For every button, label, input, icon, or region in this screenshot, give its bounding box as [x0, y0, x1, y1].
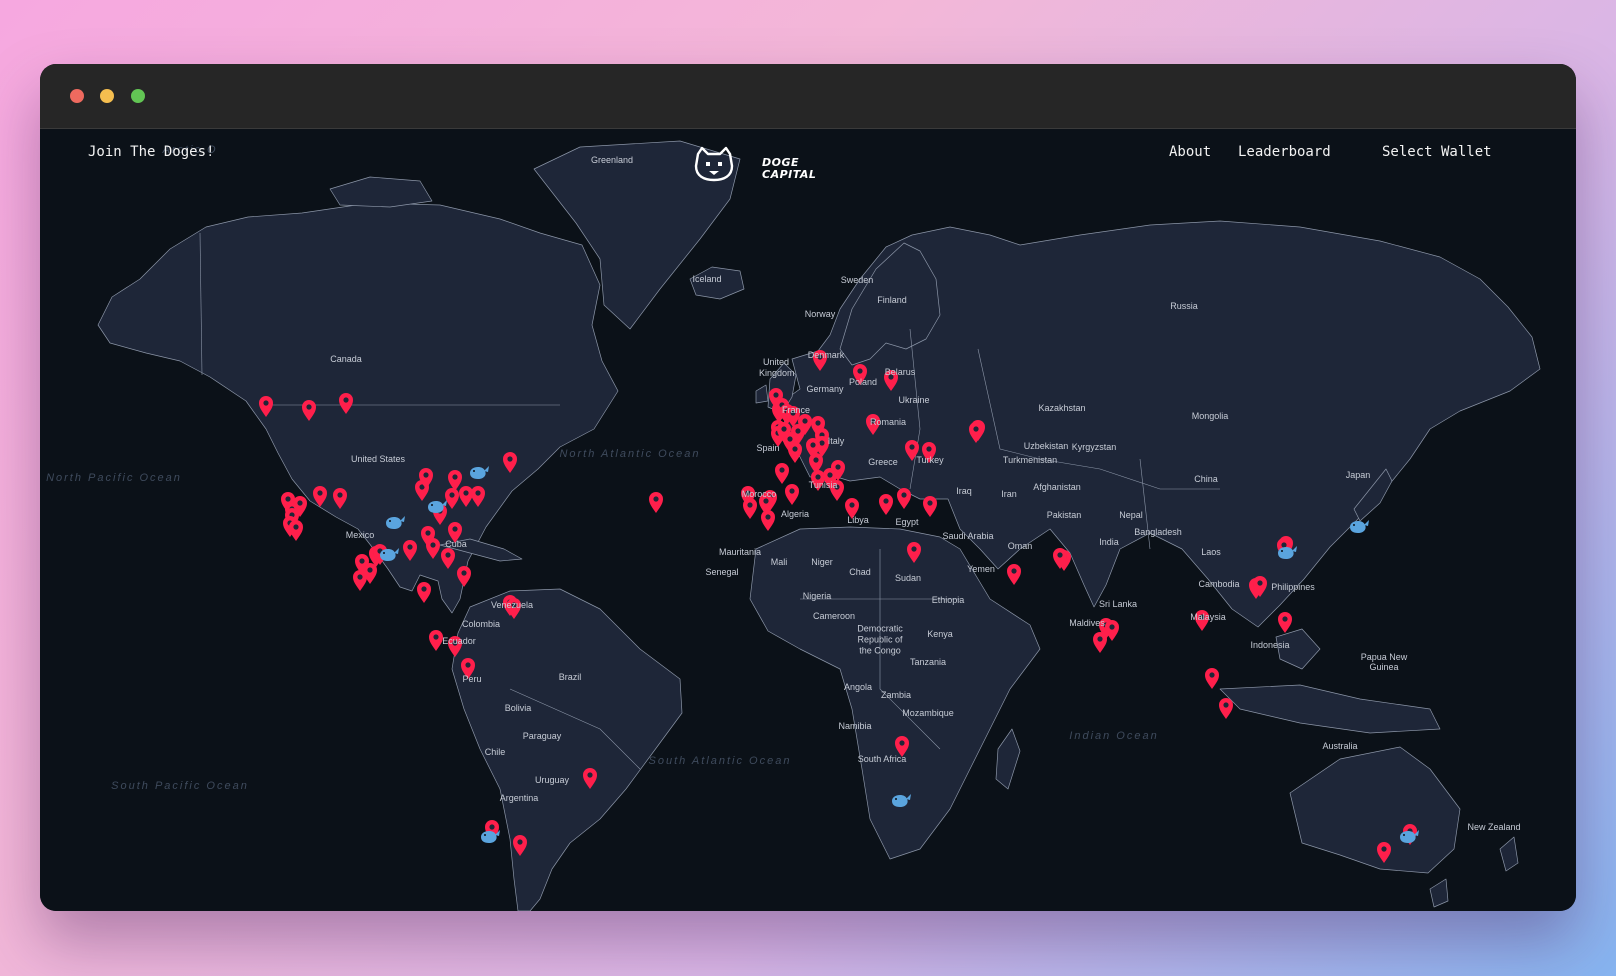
country-label-chad: Chad: [849, 567, 871, 577]
country-label-namibia: Namibia: [838, 721, 872, 731]
country-label-zambia: Zambia: [880, 690, 912, 700]
country-label-sudan: Sudan: [894, 573, 922, 583]
country-label-cameroon: Cameroon: [812, 611, 856, 621]
country-label-tunisia: Tunisia: [808, 480, 838, 490]
country-label-maldives: Maldives: [1069, 618, 1105, 628]
leaderboard-link[interactable]: Leaderboard: [1238, 144, 1331, 160]
country-label-india: India: [1099, 537, 1119, 547]
country-label-spain: Spain: [756, 443, 780, 453]
country-label-colombia: Colombia: [461, 619, 501, 629]
country-label-denmark: Denmark: [807, 350, 845, 360]
country-label-mozambique: Mozambique: [902, 708, 954, 718]
country-label-kyrgyzstan: Kyrgyzstan: [1071, 442, 1117, 452]
country-label-new-zealand: New Zealand: [1467, 822, 1521, 832]
country-label-norway: Norway: [804, 309, 836, 319]
country-label-mauritania: Mauritania: [718, 547, 762, 557]
country-label-bolivia: Bolivia: [504, 703, 532, 713]
country-label-papua-new-guinea: Papua New Guinea: [1360, 652, 1408, 672]
country-label-poland: Poland: [848, 377, 878, 387]
country-label-chile: Chile: [484, 747, 506, 757]
country-label-uruguay: Uruguay: [534, 775, 570, 785]
country-label-turkmenistan: Turkmenistan: [1002, 455, 1058, 465]
country-label-iceland: Iceland: [692, 274, 722, 284]
country-label-united-kingdom: United Kingdom: [759, 357, 795, 378]
app-window: Arctic O North Pacific Ocean North Atlan…: [40, 64, 1576, 911]
country-label-indonesia: Indonesia: [1250, 640, 1290, 650]
country-label-uzbekistan: Uzbekistan: [1023, 441, 1069, 451]
country-label-sweden: Sweden: [840, 275, 874, 285]
country-label-kazakhstan: Kazakhstan: [1038, 403, 1086, 413]
country-label-iraq: Iraq: [956, 486, 972, 496]
country-label-japan: Japan: [1345, 470, 1371, 480]
country-label-italy: Italy: [827, 436, 845, 446]
country-label-russia: Russia: [1170, 301, 1198, 311]
country-label-laos: Laos: [1201, 547, 1221, 557]
logo-line-2: CAPITAL: [762, 168, 817, 181]
ocean-label-north-pacific: North Pacific Ocean: [46, 472, 182, 484]
country-label-drc: Democratic Republic of the Congo: [857, 623, 903, 656]
country-label-greenland: Greenland: [590, 155, 634, 165]
country-label-argentina: Argentina: [499, 793, 539, 803]
ocean-label-south-atlantic: South Atlantic Ocean: [648, 755, 792, 767]
country-label-yemen: Yemen: [967, 564, 995, 574]
country-label-angola: Angola: [843, 682, 873, 692]
country-label-mexico: Mexico: [345, 530, 375, 540]
ocean-label-south-pacific: South Pacific Ocean: [111, 780, 249, 792]
country-label-united-states: United States: [350, 454, 406, 464]
country-label-peru: Peru: [462, 674, 482, 684]
country-label-ukraine: Ukraine: [898, 395, 930, 405]
join-link[interactable]: Join The Doges!: [88, 144, 214, 160]
country-label-venezuela: Venezuela: [490, 600, 534, 610]
country-label-tanzania: Tanzania: [909, 657, 947, 667]
country-label-turkey: Turkey: [916, 455, 944, 465]
logo-wordmark: DOGE CAPITAL: [762, 157, 842, 181]
country-label-saudi-arabia: Saudi Arabia: [942, 531, 994, 541]
world-map[interactable]: [40, 129, 1576, 911]
country-label-finland: Finland: [877, 295, 907, 305]
country-label-bangladesh: Bangladesh: [1134, 527, 1182, 537]
country-label-egypt: Egypt: [895, 517, 919, 527]
country-label-senegal: Senegal: [705, 567, 739, 577]
country-label-malaysia: Malaysia: [1190, 612, 1226, 622]
country-label-nepal: Nepal: [1119, 510, 1143, 520]
country-label-cambodia: Cambodia: [1198, 579, 1240, 589]
country-label-greece: Greece: [868, 457, 898, 467]
country-label-south-africa: South Africa: [857, 754, 907, 764]
country-label-germany: Germany: [806, 384, 844, 394]
doge-face-icon: [694, 146, 734, 182]
country-label-philippines: Philippines: [1271, 582, 1315, 592]
country-label-libya: Libya: [847, 515, 869, 525]
country-label-ecuador: Ecuador: [442, 636, 476, 646]
country-label-niger: Niger: [811, 557, 833, 567]
country-label-belarus: Belarus: [884, 367, 916, 377]
country-label-australia: Australia: [1322, 741, 1358, 751]
country-label-mali: Mali: [770, 557, 788, 567]
country-label-paraguay: Paraguay: [522, 731, 562, 741]
zoom-window-button[interactable]: [131, 89, 145, 103]
close-window-button[interactable]: [70, 89, 84, 103]
country-label-nigeria: Nigeria: [802, 591, 832, 601]
country-label-sri-lanka: Sri Lanka: [1098, 599, 1138, 609]
minimize-window-button[interactable]: [100, 89, 114, 103]
country-label-oman: Oman: [1007, 541, 1033, 551]
about-link[interactable]: About: [1169, 144, 1211, 160]
select-wallet-button[interactable]: Select Wallet: [1382, 144, 1492, 160]
ocean-label-north-atlantic: North Atlantic Ocean: [559, 448, 701, 460]
country-label-cuba: Cuba: [445, 539, 467, 549]
country-label-morocco: Morocco: [741, 489, 777, 499]
country-label-mongolia: Mongolia: [1191, 411, 1229, 421]
country-label-ethiopia: Ethiopia: [931, 595, 965, 605]
country-label-pakistan: Pakistan: [1046, 510, 1082, 520]
country-label-kenya: Kenya: [927, 629, 953, 639]
country-label-romania: Romania: [869, 417, 907, 427]
country-label-china: China: [1194, 474, 1218, 484]
country-label-canada: Canada: [330, 354, 362, 364]
country-label-algeria: Algeria: [780, 509, 810, 519]
country-label-iran: Iran: [1001, 489, 1017, 499]
country-label-france: France: [781, 405, 811, 415]
country-label-brazil: Brazil: [558, 672, 582, 682]
country-label-afghanistan: Afghanistan: [1033, 482, 1081, 492]
ocean-label-indian: Indian Ocean: [1069, 730, 1159, 742]
window-titlebar: [40, 64, 1576, 129]
